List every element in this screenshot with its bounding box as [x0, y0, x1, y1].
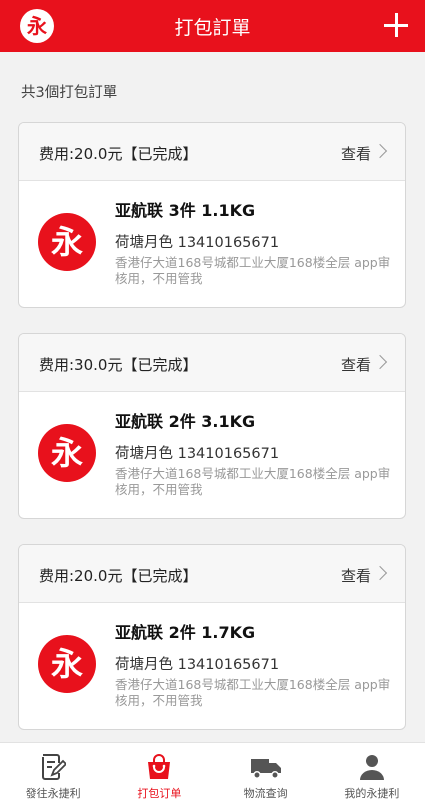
- order-address: 香港仔大道168号城都工业大厦168楼全层 app审核用，不用管我: [115, 255, 391, 286]
- tab-orders[interactable]: 打包订单: [106, 743, 212, 800]
- shopping-bag-icon: [145, 753, 173, 785]
- view-order-link[interactable]: 查看: [341, 565, 371, 586]
- carrier-logo-char: 永: [50, 645, 83, 683]
- chevron-right-icon: [372, 354, 388, 370]
- tab-tracking[interactable]: 物流查询: [213, 743, 319, 800]
- order-card: 费用:20.0元【已完成】 查看 永 亚航联 2件 1.7KG 荷塘月色 134…: [18, 544, 406, 730]
- add-icon[interactable]: [384, 13, 408, 37]
- order-card-header[interactable]: 费用:20.0元【已完成】 查看: [19, 123, 405, 181]
- view-order-link[interactable]: 查看: [341, 354, 371, 375]
- truck-icon: [250, 753, 282, 785]
- order-address: 香港仔大道168号城都工业大厦168楼全层 app审核用，不用管我: [115, 466, 391, 497]
- order-count: 共3個打包訂單: [21, 85, 118, 101]
- view-order-link[interactable]: 查看: [341, 143, 371, 164]
- order-contact: 荷塘月色 13410165671: [115, 657, 280, 673]
- tab-label: 物流查询: [243, 787, 288, 800]
- page-title: 打包訂單: [174, 17, 251, 39]
- carrier-logo: 永: [38, 424, 96, 482]
- order-fee-status: 费用:30.0元【已完成】: [39, 356, 198, 374]
- tab-label: 我的永捷利: [344, 787, 400, 800]
- chevron-right-icon: [372, 565, 388, 581]
- tab-send[interactable]: 發往永捷利: [0, 743, 106, 800]
- order-name: 亚航联 2件 1.7KG: [115, 623, 256, 642]
- edit-document-icon: [40, 753, 68, 785]
- order-card-body[interactable]: 永 亚航联 2件 3.1KG 荷塘月色 13410165671 香港仔大道168…: [19, 392, 405, 518]
- order-card-header[interactable]: 费用:20.0元【已完成】 查看: [19, 545, 405, 603]
- tab-profile[interactable]: 我的永捷利: [319, 743, 425, 800]
- tab-label: 發往永捷利: [25, 787, 81, 800]
- carrier-logo: 永: [38, 213, 96, 271]
- order-name: 亚航联 3件 1.1KG: [115, 201, 256, 220]
- order-contact: 荷塘月色 13410165671: [115, 235, 280, 251]
- carrier-logo-char: 永: [50, 434, 83, 472]
- carrier-logo-char: 永: [50, 223, 83, 261]
- carrier-logo: 永: [38, 635, 96, 693]
- order-contact: 荷塘月色 13410165671: [115, 446, 280, 462]
- order-fee-status: 费用:20.0元【已完成】: [39, 567, 198, 585]
- order-card-body[interactable]: 永 亚航联 2件 1.7KG 荷塘月色 13410165671 香港仔大道168…: [19, 603, 405, 729]
- order-card-header[interactable]: 费用:30.0元【已完成】 查看: [19, 334, 405, 392]
- bottom-tab-bar: 發往永捷利 打包订单 物流查询 我的永捷利: [0, 742, 425, 800]
- tab-label: 打包订单: [137, 787, 182, 800]
- order-name: 亚航联 2件 3.1KG: [115, 412, 256, 431]
- order-card: 费用:20.0元【已完成】 查看 永 亚航联 3件 1.1KG 荷塘月色 134…: [18, 122, 406, 308]
- order-card-body[interactable]: 永 亚航联 3件 1.1KG 荷塘月色 13410165671 香港仔大道168…: [19, 181, 405, 307]
- order-address: 香港仔大道168号城都工业大厦168楼全层 app审核用，不用管我: [115, 677, 391, 708]
- order-fee-status: 费用:20.0元【已完成】: [39, 145, 198, 163]
- app-header: 永 打包訂單: [0, 0, 425, 52]
- chevron-right-icon: [372, 143, 388, 159]
- order-card: 费用:30.0元【已完成】 查看 永 亚航联 2件 3.1KG 荷塘月色 134…: [18, 333, 406, 519]
- user-icon: [358, 753, 386, 785]
